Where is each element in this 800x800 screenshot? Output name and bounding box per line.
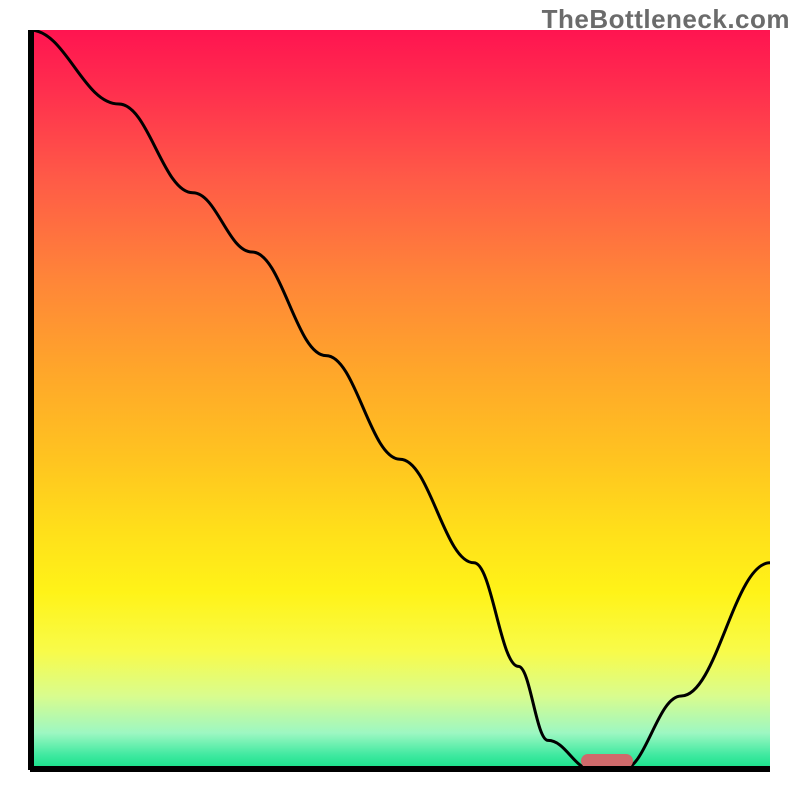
optimal-marker (581, 754, 633, 768)
chart-container: TheBottleneck.com (0, 0, 800, 800)
bottleneck-curve (30, 30, 770, 770)
plot-area (30, 30, 770, 770)
curve-path (30, 30, 770, 770)
